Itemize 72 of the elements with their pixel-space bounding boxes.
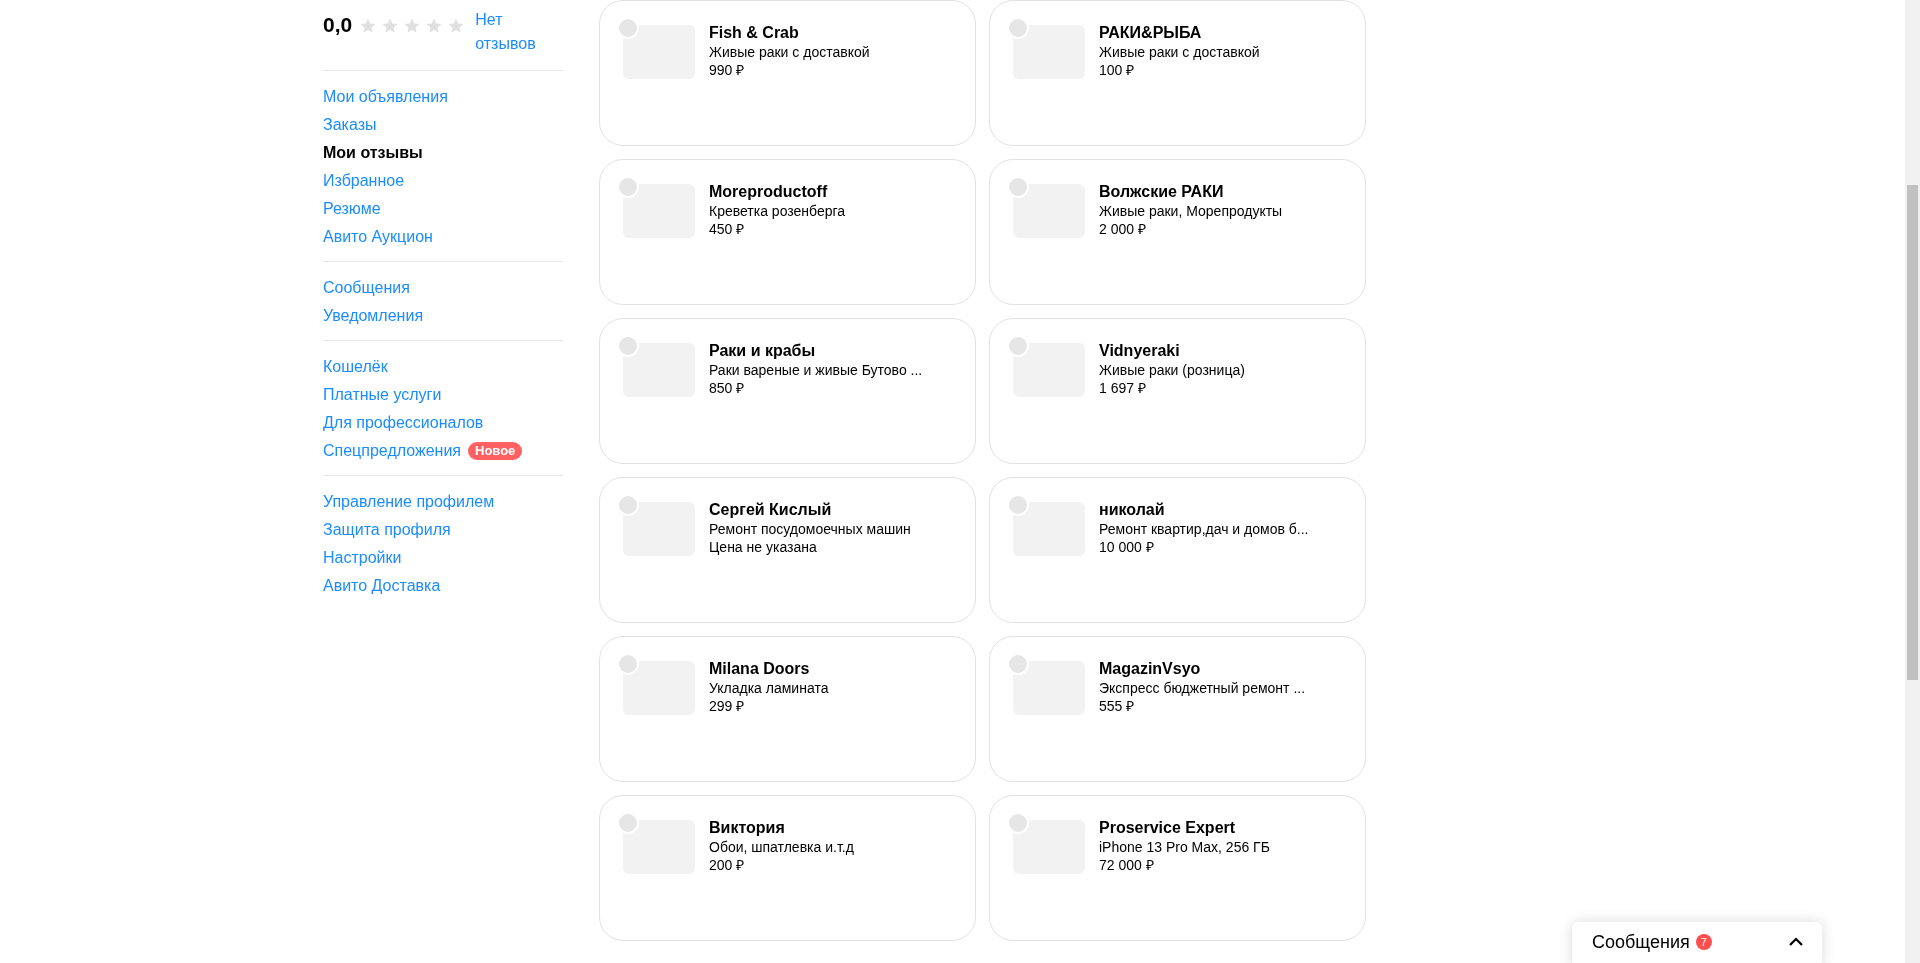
sidebar-item[interactable]: Мои отзывы bbox=[323, 139, 563, 167]
seller-name: MagazinVsyo bbox=[1099, 659, 1202, 679]
listing-title: Живые раки (розница) bbox=[1099, 361, 1245, 379]
seller-card[interactable]: Волжские РАКИ Живые раки, Морепродукты 2 000 ₽ bbox=[989, 159, 1366, 305]
seller-name: Moreproductoff bbox=[709, 182, 829, 202]
listing-price: 200 ₽ bbox=[709, 856, 746, 874]
sidebar-item[interactable]: Управление профилем bbox=[323, 488, 563, 516]
sidebar-item[interactable]: Кошелёк bbox=[323, 353, 563, 381]
listing-price: 450 ₽ bbox=[709, 220, 746, 238]
seller-name: Сергей Кислый bbox=[709, 500, 833, 520]
widget-title: Сообщения bbox=[1592, 930, 1690, 954]
rating-score: 0,0 bbox=[323, 12, 353, 38]
seller-name: Fish & Crab bbox=[709, 23, 800, 43]
listing-price: 100 ₽ bbox=[1099, 61, 1136, 79]
seller-card[interactable]: Виктория Обои, шпатлевка и.т.д 200 ₽ bbox=[599, 795, 976, 941]
listing-price: 72 000 ₽ bbox=[1099, 856, 1155, 874]
seller-card[interactable]: Раки и крабы Раки вареные и живые Бутово ... 850 ₽ bbox=[599, 318, 976, 464]
listing-price: Цена не указана bbox=[709, 538, 818, 556]
listing-price: 990 ₽ bbox=[709, 61, 746, 79]
listing-title: Креветка розенберга bbox=[709, 202, 846, 220]
listing-title: Обои, шпатлевка и.т.д bbox=[709, 838, 854, 856]
listing-title: Экспресс бюджетный ремонт ... bbox=[1099, 679, 1306, 697]
listing-title: Раки вареные и живые Бутово ... bbox=[709, 361, 923, 379]
sidebar-item[interactable]: Мои объявления bbox=[323, 83, 563, 111]
seller-name: Milana Doors bbox=[709, 659, 811, 679]
seller-name: Proservice Expert bbox=[1099, 818, 1237, 838]
sidebar-item[interactable]: Авито Аукцион bbox=[323, 223, 563, 251]
sidebar-item[interactable]: Настройки bbox=[323, 544, 563, 572]
seller-card[interactable]: MagazinVsyo Экспресс бюджетный ремонт ... 555 ₽ bbox=[989, 636, 1366, 782]
scrollbar[interactable] bbox=[1905, 0, 1920, 963]
seller-name: Волжские РАКИ bbox=[1099, 182, 1225, 202]
sidebar-item[interactable]: Уведомления bbox=[323, 302, 563, 330]
seller-card[interactable]: РАКИ&РЫБА Живые раки с доставкой 100 ₽ bbox=[989, 0, 1366, 146]
scrollbar-thumb[interactable] bbox=[1907, 185, 1918, 680]
seller-card[interactable]: Сергей Кислый Ремонт посудомоечных машин Цена не указана bbox=[599, 477, 976, 623]
sidebar-item[interactable]: Резюме bbox=[323, 195, 563, 223]
listing-price: 850 ₽ bbox=[709, 379, 746, 397]
sidebar-item[interactable]: Платные услуги bbox=[323, 381, 563, 409]
listing-title: Живые раки с доставкой bbox=[709, 43, 870, 61]
listing-price: 1 697 ₽ bbox=[1099, 379, 1147, 397]
listing-price: 10 000 ₽ bbox=[1099, 538, 1155, 556]
unread-count: 7 bbox=[1695, 934, 1712, 950]
sidebar-item[interactable]: Заказы bbox=[323, 111, 563, 139]
listing-title: Ремонт квартир,дач и домов б... bbox=[1099, 520, 1309, 538]
listing-title: Укладка ламината bbox=[709, 679, 829, 697]
seller-card[interactable]: Proservice Expert iPhone 13 Pro Max, 256 ГБ 72 000 ₽ bbox=[989, 795, 1366, 941]
sidebar-item[interactable]: Авито Доставка bbox=[323, 572, 563, 600]
listing-title: iPhone 13 Pro Max, 256 ГБ bbox=[1099, 838, 1270, 856]
seller-name: Раки и крабы bbox=[709, 341, 817, 361]
reviews-link[interactable]: Нет отзывов bbox=[475, 8, 546, 56]
sidebar-item[interactable]: Избранное bbox=[323, 167, 563, 195]
seller-name: николай bbox=[1099, 500, 1166, 520]
seller-name: Vidnyeraki bbox=[1099, 341, 1181, 361]
sidebar-item[interactable]: Защита профиля bbox=[323, 516, 563, 544]
sidebar-item[interactable]: Сообщения bbox=[323, 274, 563, 302]
listing-title: Живые раки, Морепродукты bbox=[1099, 202, 1283, 220]
sidebar-item[interactable]: Спецпредложения bbox=[323, 437, 461, 465]
seller-name: Виктория bbox=[709, 818, 786, 838]
listing-price: 555 ₽ bbox=[1099, 697, 1136, 715]
listing-price: 299 ₽ bbox=[709, 697, 746, 715]
seller-card[interactable]: Vidnyeraki Живые раки (розница) 1 697 ₽ bbox=[989, 318, 1366, 464]
seller-card[interactable]: Fish & Crab Живые раки с доставкой 990 ₽ bbox=[599, 0, 976, 146]
seller-card[interactable]: Milana Doors Укладка ламината 299 ₽ bbox=[599, 636, 976, 782]
seller-card[interactable]: Moreproductoff Креветка розенберга 450 ₽ bbox=[599, 159, 976, 305]
seller-card[interactable]: николай Ремонт квартир,дач и домов б... 10 000 ₽ bbox=[989, 477, 1366, 623]
sidebar-item[interactable]: Для профессионалов bbox=[323, 409, 563, 437]
messages-widget[interactable]: Сообщения 7 bbox=[1572, 922, 1822, 963]
listing-title: Живые раки с доставкой bbox=[1099, 43, 1260, 61]
listing-title: Ремонт посудомоечных машин bbox=[709, 520, 911, 538]
seller-name: РАКИ&РЫБА bbox=[1099, 23, 1203, 43]
new-badge: Новое bbox=[468, 442, 523, 460]
listing-price: 2 000 ₽ bbox=[1099, 220, 1147, 238]
